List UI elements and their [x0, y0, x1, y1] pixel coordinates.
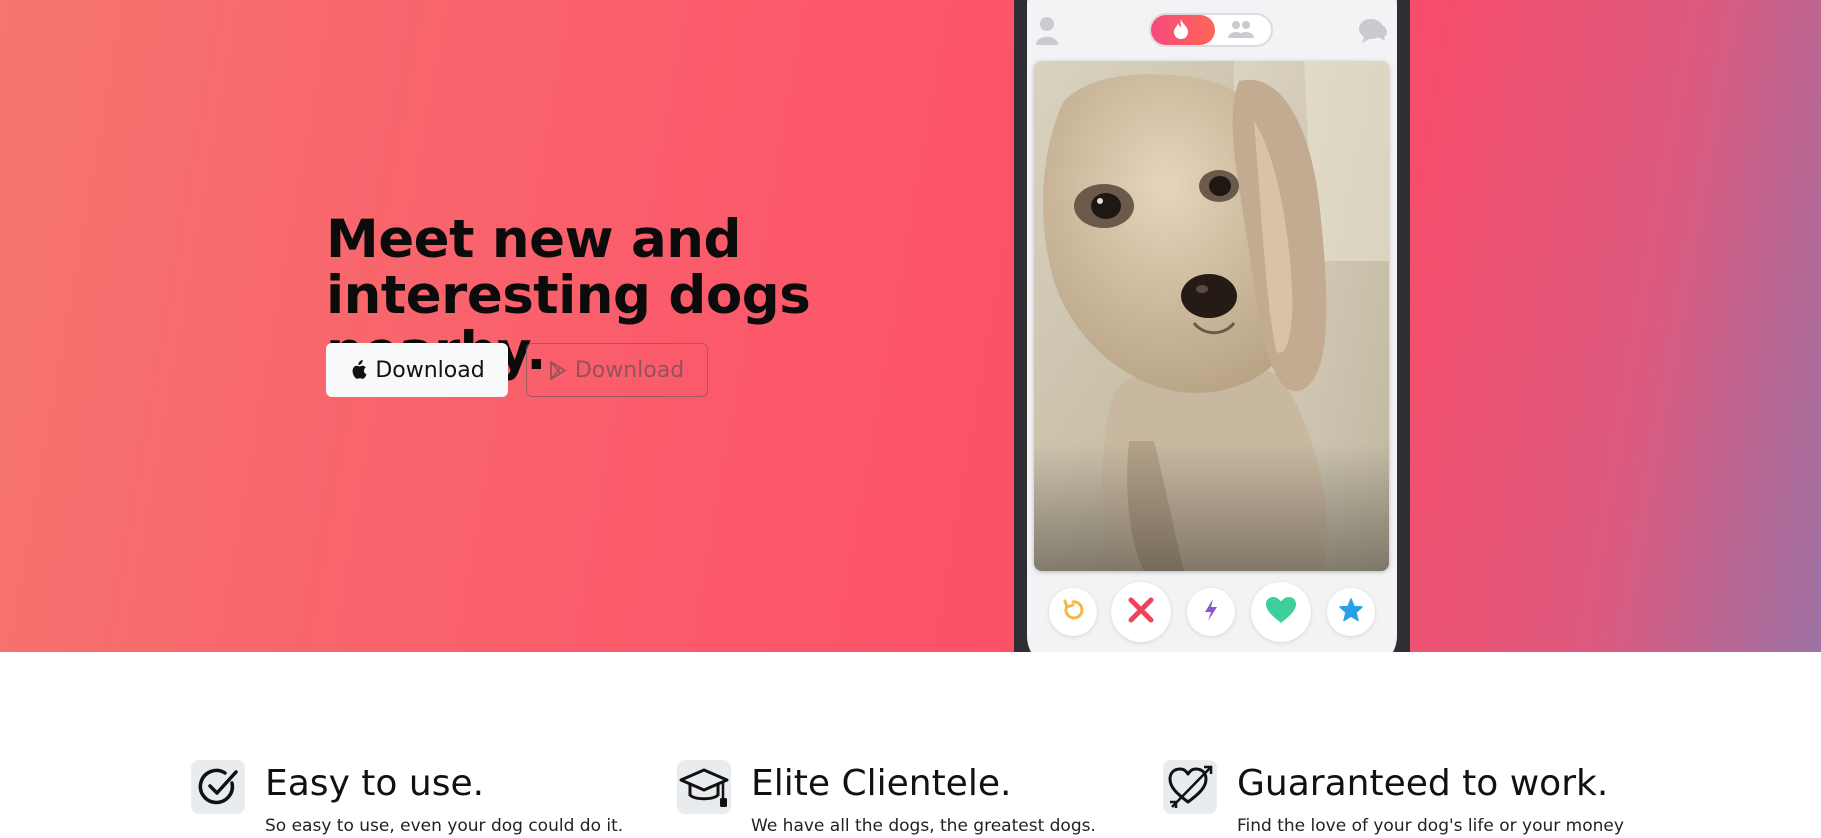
feature-title: Elite Clientele. [751, 763, 1012, 804]
nope-icon [1128, 597, 1154, 628]
graduation-cap-icon [677, 760, 731, 814]
chat-icon[interactable] [1358, 17, 1388, 50]
like-button[interactable] [1251, 582, 1311, 642]
rewind-button[interactable] [1049, 588, 1097, 636]
heart-arrow-icon [1163, 760, 1217, 814]
dog-photo[interactable] [1034, 61, 1389, 571]
feature-description: Find the love of your dog's life or your… [1237, 816, 1624, 836]
boost-button[interactable] [1187, 588, 1235, 636]
apple-icon [349, 360, 367, 380]
feature-title: Easy to use. [265, 763, 485, 804]
feature-description: We have all the dogs, the greatest dogs. [751, 816, 1096, 836]
google-play-icon [549, 360, 567, 380]
like-icon [1266, 596, 1296, 628]
super-like-icon [1339, 597, 1363, 627]
boost-icon [1204, 598, 1218, 626]
nope-button[interactable] [1111, 582, 1171, 642]
feature-title: Guaranteed to work. [1237, 763, 1609, 804]
google-play-download-label: Download [574, 357, 685, 383]
group-icon[interactable] [1227, 20, 1255, 43]
flame-icon [1173, 19, 1189, 44]
profile-icon[interactable] [1036, 15, 1058, 50]
check-circle-icon [191, 760, 245, 814]
rewind-icon [1061, 598, 1085, 627]
app-store-download-button[interactable]: Download [326, 343, 508, 397]
hero-section: Meet new and interesting dogs nearby. Do… [0, 0, 1821, 652]
download-buttons: Download Download [326, 343, 708, 397]
feature-description: So easy to use, even your dog could do i… [265, 816, 624, 836]
google-play-download-button[interactable]: Download [526, 343, 708, 397]
super-like-button[interactable] [1327, 588, 1375, 636]
app-store-download-label: Download [375, 357, 485, 383]
